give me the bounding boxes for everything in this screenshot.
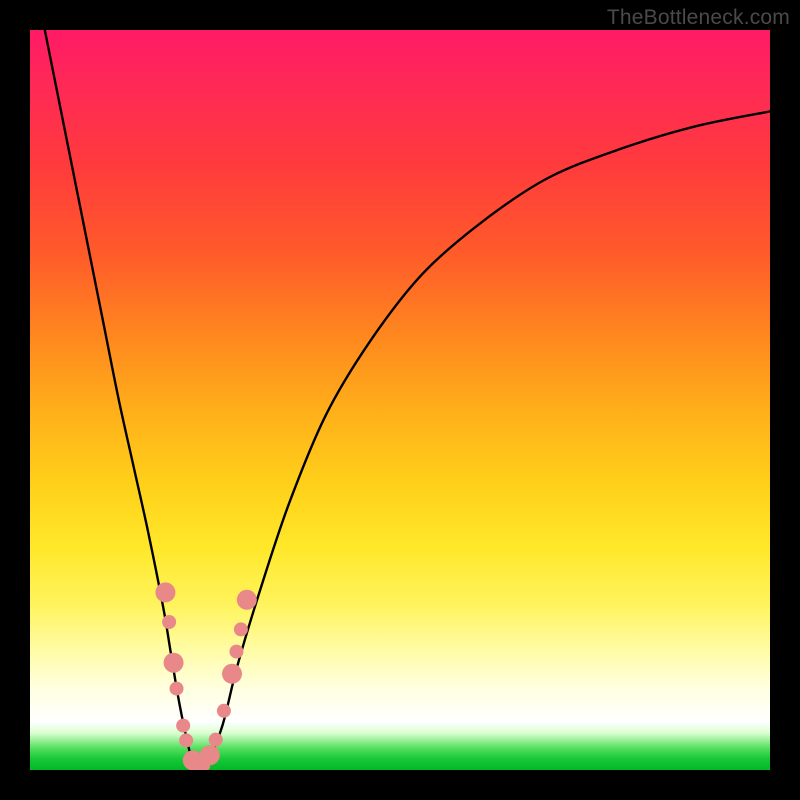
highlight-dot: [237, 590, 257, 610]
plot-area: [30, 30, 770, 770]
highlight-markers: [155, 582, 256, 770]
highlight-dot: [200, 745, 220, 765]
highlight-dot: [155, 582, 175, 602]
highlight-dot: [229, 645, 243, 659]
highlight-dot: [164, 653, 184, 673]
highlight-dot: [217, 704, 231, 718]
watermark-label: TheBottleneck.com: [607, 6, 790, 30]
highlight-dot: [170, 682, 184, 696]
highlight-dot: [209, 733, 223, 747]
curve-layer: [30, 30, 770, 770]
highlight-dot: [234, 622, 248, 636]
highlight-dot: [222, 664, 242, 684]
highlight-dot: [176, 719, 190, 733]
highlight-dot: [162, 615, 176, 629]
bottleneck-curve: [45, 30, 770, 770]
highlight-dot: [179, 733, 193, 747]
chart-frame: TheBottleneck.com: [0, 0, 800, 800]
